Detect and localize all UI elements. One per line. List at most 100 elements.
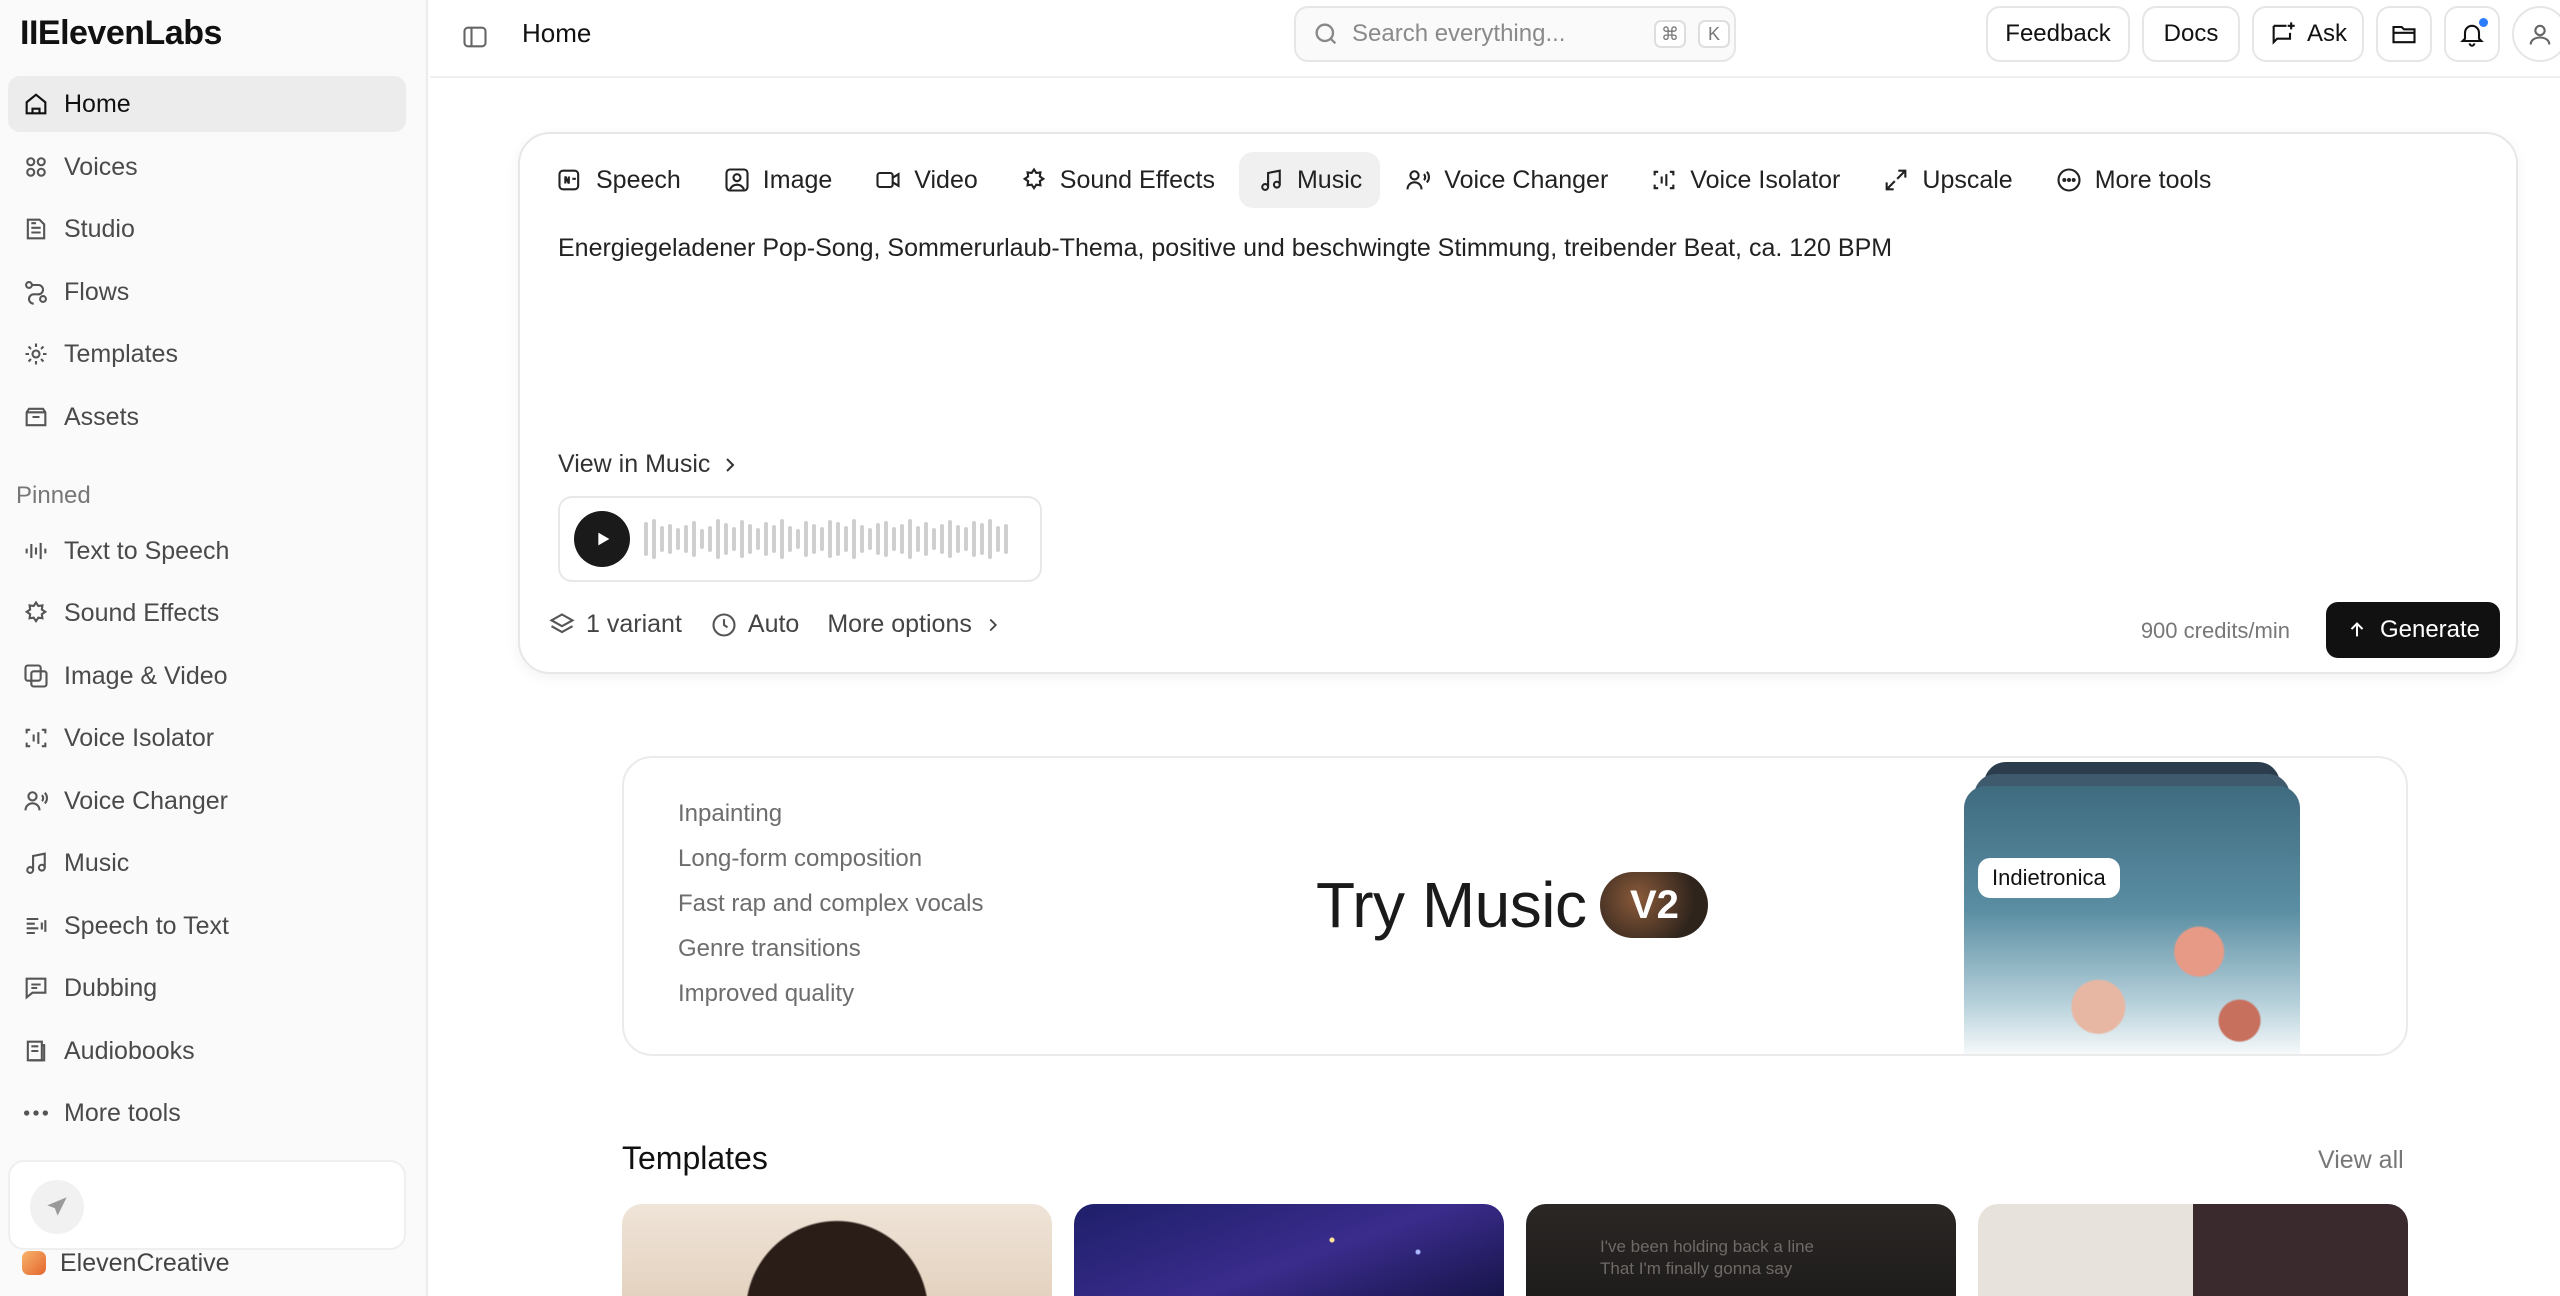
feature-list: Inpainting Long-form composition Fast ra… — [678, 800, 983, 1025]
waveform-bar — [756, 528, 760, 550]
tab-label: Image — [762, 165, 833, 194]
version-badge: V2 — [1600, 872, 1709, 938]
app-logo[interactable]: IIElevenLabs — [20, 14, 222, 53]
sidebar-item-assets[interactable]: Assets — [8, 389, 406, 445]
sidebar-item-label: Voices — [64, 152, 138, 181]
view-in-music-link[interactable]: View in Music — [558, 450, 742, 479]
docs-button[interactable]: Docs — [2142, 6, 2240, 62]
generate-label: Generate — [2379, 616, 2481, 643]
promo-artwork: Indietronica — [1964, 762, 2300, 1054]
view-all-link[interactable]: View all — [2318, 1146, 2404, 1175]
sidebar-item-label: Assets — [64, 402, 140, 431]
tab-sound-effects[interactable]: Sound Effects — [1002, 152, 1233, 208]
sidebar-item-label: More tools — [64, 1098, 181, 1127]
waveform-bar — [732, 527, 736, 551]
audio-waveform[interactable] — [644, 511, 1008, 567]
variants-selector[interactable]: 1 variant — [548, 610, 682, 639]
search-bar[interactable]: ⌘ K — [1294, 6, 1736, 62]
breadcrumb: Home — [522, 18, 592, 48]
pinned-heading: Pinned — [16, 482, 91, 509]
more-dots-icon — [22, 1099, 50, 1127]
music-v2-promo[interactable]: Inpainting Long-form composition Fast ra… — [622, 756, 2408, 1056]
search-icon — [1312, 20, 1340, 48]
voice-isolator-icon — [1650, 166, 1678, 194]
generate-button[interactable]: Generate — [2326, 602, 2500, 658]
tab-video[interactable]: Video — [856, 152, 996, 208]
template-thumbnail[interactable]: I've been holding back a line That I'm f… — [1526, 1204, 1956, 1296]
shortcut-cmd-key: ⌘ — [1654, 20, 1686, 48]
waveform-bar — [884, 521, 888, 557]
sidebar-item-music[interactable]: Music — [8, 835, 406, 891]
sidebar-toggle-icon[interactable] — [458, 20, 492, 54]
waveform-bar — [668, 524, 672, 554]
tab-label: Voice Changer — [1444, 165, 1609, 194]
sidebar-item-audiobooks[interactable]: Audiobooks — [8, 1023, 406, 1079]
feedback-label: Feedback — [2005, 20, 2111, 47]
view-in-label: View in Music — [558, 450, 711, 478]
sidebar-item-label: Music — [64, 848, 130, 877]
waveform-bar — [956, 525, 960, 553]
audio-player — [558, 496, 1042, 582]
tab-speech[interactable]: Speech — [538, 152, 699, 208]
sidebar-item-voices[interactable]: Voices — [8, 139, 406, 195]
folder-button[interactable] — [2376, 6, 2432, 62]
speech-icon — [556, 166, 584, 194]
notification-dot — [2479, 18, 2488, 27]
waveform-bar — [964, 527, 968, 551]
ask-icon — [2269, 20, 2297, 48]
tab-image[interactable]: Image — [705, 152, 850, 208]
voice-changer-icon — [22, 787, 50, 815]
sidebar-item-templates[interactable]: Templates — [8, 326, 406, 382]
waveform-bar — [876, 523, 880, 555]
sidebar-item-voice-changer[interactable]: Voice Changer — [8, 773, 406, 829]
duration-selector[interactable]: Auto — [710, 610, 799, 639]
prompt-textarea[interactable]: Energiegeladener Pop-Song, Sommerurlaub-… — [558, 234, 2458, 263]
waveform-bar — [788, 526, 792, 552]
workspace-switcher[interactable]: ElevenCreative — [8, 1236, 406, 1290]
waveform-bar — [676, 528, 680, 550]
tab-more-tools[interactable]: More tools — [2037, 152, 2230, 208]
play-icon — [598, 532, 610, 546]
tab-label: Speech — [596, 165, 681, 194]
template-thumbnail[interactable] — [1074, 1204, 1504, 1296]
tab-label: Upscale — [1922, 165, 2013, 194]
sidebar-item-dubbing[interactable]: Dubbing — [8, 960, 406, 1016]
notifications-button[interactable] — [2444, 6, 2500, 62]
sidebar-item-label: Speech to Text — [64, 911, 229, 940]
artwork-image: Indietronica — [1964, 786, 2300, 1054]
voice-changer-icon — [1404, 166, 1432, 194]
sidebar-item-voice-isolator[interactable]: Voice Isolator — [8, 710, 406, 766]
template-thumbnail[interactable] — [1978, 1204, 2408, 1296]
sidebar-item-image-video[interactable]: Image & Video — [8, 648, 406, 704]
tab-music[interactable]: Music — [1238, 152, 1381, 208]
template-thumbnail[interactable] — [622, 1204, 1052, 1296]
more-options-button[interactable]: More options — [827, 610, 1004, 639]
sidebar-item-flows[interactable]: Flows — [8, 264, 406, 320]
sound-effects-icon — [22, 599, 50, 627]
user-avatar-button[interactable] — [2512, 6, 2560, 62]
sidebar-item-text-to-speech[interactable]: Text to Speech — [8, 523, 406, 579]
image-video-icon — [22, 662, 50, 690]
sidebar-item-sound-effects[interactable]: Sound Effects — [8, 585, 406, 641]
shortcut-k-key: K — [1698, 20, 1730, 48]
top-bar: Home ⌘ K Feedback Docs Ask — [430, 0, 2560, 78]
tab-voice-isolator[interactable]: Voice Isolator — [1632, 152, 1858, 208]
speech-to-text-icon — [22, 912, 50, 940]
chevron-right-icon — [718, 453, 742, 477]
waveform-bar — [748, 524, 752, 554]
sidebar-item-speech-to-text[interactable]: Speech to Text — [8, 898, 406, 954]
feedback-button[interactable]: Feedback — [1986, 6, 2130, 62]
waveform-bar — [916, 526, 920, 552]
sidebar-item-home[interactable]: Home — [8, 76, 406, 132]
templates-icon — [22, 340, 50, 368]
clock-icon — [710, 611, 738, 639]
waveform-bar — [868, 528, 872, 550]
tab-upscale[interactable]: Upscale — [1864, 152, 2030, 208]
search-input[interactable] — [1352, 20, 1642, 48]
waveform-bar — [780, 519, 784, 559]
sidebar-item-studio[interactable]: Studio — [8, 201, 406, 257]
sidebar-item-more-tools[interactable]: More tools — [8, 1085, 406, 1141]
tab-voice-changer[interactable]: Voice Changer — [1386, 152, 1626, 208]
ask-button[interactable]: Ask — [2252, 6, 2364, 62]
play-button[interactable] — [574, 511, 630, 567]
